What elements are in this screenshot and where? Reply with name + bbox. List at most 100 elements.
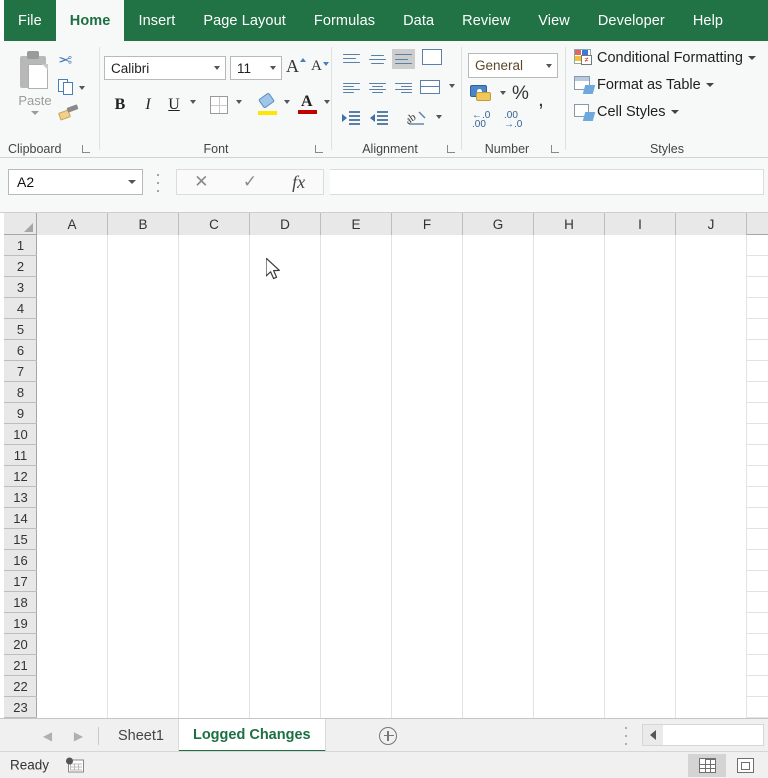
font-size-combobox[interactable]: 11 bbox=[230, 56, 282, 80]
column-header-h[interactable]: H bbox=[534, 213, 605, 235]
cell-D1[interactable] bbox=[250, 235, 321, 256]
cell-I1[interactable] bbox=[605, 235, 676, 256]
cell-D11[interactable] bbox=[250, 445, 321, 466]
cell-C14[interactable] bbox=[179, 508, 250, 529]
cell-C21[interactable] bbox=[179, 655, 250, 676]
font-dialog-launcher[interactable] bbox=[313, 143, 324, 154]
cell-F4[interactable] bbox=[392, 298, 463, 319]
cell-D15[interactable] bbox=[250, 529, 321, 550]
cell-G18[interactable] bbox=[463, 592, 534, 613]
cell-F9[interactable] bbox=[392, 403, 463, 424]
cell-A9[interactable] bbox=[37, 403, 108, 424]
cell-F2[interactable] bbox=[392, 256, 463, 277]
cancel-entry-button[interactable]: ✕ bbox=[177, 172, 226, 192]
cell-G20[interactable] bbox=[463, 634, 534, 655]
cell-A16[interactable] bbox=[37, 550, 108, 571]
cell-F14[interactable] bbox=[392, 508, 463, 529]
ribbon-tab-page-layout[interactable]: Page Layout bbox=[189, 0, 300, 41]
cell-B4[interactable] bbox=[108, 298, 179, 319]
cell-D22[interactable] bbox=[250, 676, 321, 697]
cell-A1[interactable] bbox=[37, 235, 108, 256]
cell-F12[interactable] bbox=[392, 466, 463, 487]
cell-A11[interactable] bbox=[37, 445, 108, 466]
fill-color-dropdown-button[interactable] bbox=[280, 100, 290, 104]
cell-J14[interactable] bbox=[676, 508, 747, 529]
cell-B22[interactable] bbox=[108, 676, 179, 697]
decrease-font-size-button[interactable]: A bbox=[311, 58, 329, 75]
increase-font-size-button[interactable]: A bbox=[286, 56, 306, 77]
cell-E19[interactable] bbox=[321, 613, 392, 634]
cell-D2[interactable] bbox=[250, 256, 321, 277]
cell-G21[interactable] bbox=[463, 655, 534, 676]
cell-D4[interactable] bbox=[250, 298, 321, 319]
chevron-down-icon[interactable] bbox=[705, 82, 714, 87]
cell-C19[interactable] bbox=[179, 613, 250, 634]
cell-J17[interactable] bbox=[676, 571, 747, 592]
orientation-dropdown-button[interactable] bbox=[432, 115, 442, 119]
cell-E5[interactable] bbox=[321, 319, 392, 340]
cell-A17[interactable] bbox=[37, 571, 108, 592]
ribbon-tab-formulas[interactable]: Formulas bbox=[300, 0, 389, 41]
cell-A18[interactable] bbox=[37, 592, 108, 613]
align-right-button[interactable] bbox=[392, 79, 415, 99]
cell-G4[interactable] bbox=[463, 298, 534, 319]
cell-D14[interactable] bbox=[250, 508, 321, 529]
cell-G19[interactable] bbox=[463, 613, 534, 634]
cell-F16[interactable] bbox=[392, 550, 463, 571]
cell-D6[interactable] bbox=[250, 340, 321, 361]
row-header-9[interactable]: 9 bbox=[4, 403, 37, 424]
cell-H11[interactable] bbox=[534, 445, 605, 466]
cell-F10[interactable] bbox=[392, 424, 463, 445]
cell-E23[interactable] bbox=[321, 697, 392, 718]
cell-H8[interactable] bbox=[534, 382, 605, 403]
cell-E18[interactable] bbox=[321, 592, 392, 613]
cell-C22[interactable] bbox=[179, 676, 250, 697]
ribbon-tab-view[interactable]: View bbox=[524, 0, 584, 41]
ribbon-tab-file[interactable]: File bbox=[4, 0, 56, 41]
horizontal-scroll-track[interactable] bbox=[663, 725, 763, 745]
cell-D10[interactable] bbox=[250, 424, 321, 445]
cell-J1[interactable] bbox=[676, 235, 747, 256]
cell-F19[interactable] bbox=[392, 613, 463, 634]
cell-B2[interactable] bbox=[108, 256, 179, 277]
borders-icon[interactable] bbox=[210, 96, 228, 114]
wrap-text-button[interactable] bbox=[422, 49, 442, 65]
row-header-16[interactable]: 16 bbox=[4, 550, 37, 571]
format-painter-button[interactable] bbox=[57, 104, 79, 121]
cell-B8[interactable] bbox=[108, 382, 179, 403]
cell-H23[interactable] bbox=[534, 697, 605, 718]
cell-C23[interactable] bbox=[179, 697, 250, 718]
row-header-17[interactable]: 17 bbox=[4, 571, 37, 592]
ribbon-tab-review[interactable]: Review bbox=[448, 0, 524, 41]
cell-I15[interactable] bbox=[605, 529, 676, 550]
cell-E13[interactable] bbox=[321, 487, 392, 508]
column-header-b[interactable]: B bbox=[108, 213, 179, 235]
cell-G15[interactable] bbox=[463, 529, 534, 550]
column-header-d[interactable]: D bbox=[250, 213, 321, 235]
percent-style-button[interactable]: % bbox=[512, 83, 529, 105]
font-family-combobox[interactable]: Calibri bbox=[104, 56, 226, 80]
cell-C5[interactable] bbox=[179, 319, 250, 340]
cell-I22[interactable] bbox=[605, 676, 676, 697]
cell-A14[interactable] bbox=[37, 508, 108, 529]
cell-D17[interactable] bbox=[250, 571, 321, 592]
cell-I2[interactable] bbox=[605, 256, 676, 277]
cell-E3[interactable] bbox=[321, 277, 392, 298]
cell-D20[interactable] bbox=[250, 634, 321, 655]
cell-E22[interactable] bbox=[321, 676, 392, 697]
cell-A8[interactable] bbox=[37, 382, 108, 403]
cell-G9[interactable] bbox=[463, 403, 534, 424]
cell-C12[interactable] bbox=[179, 466, 250, 487]
cell-F18[interactable] bbox=[392, 592, 463, 613]
cell-E16[interactable] bbox=[321, 550, 392, 571]
cell-C10[interactable] bbox=[179, 424, 250, 445]
clipboard-dialog-launcher[interactable] bbox=[80, 143, 91, 154]
formula-input[interactable] bbox=[330, 169, 764, 195]
cell-J22[interactable] bbox=[676, 676, 747, 697]
cell-C3[interactable] bbox=[179, 277, 250, 298]
row-header-4[interactable]: 4 bbox=[4, 298, 37, 319]
chevron-down-icon[interactable] bbox=[209, 57, 225, 79]
name-box[interactable]: A2 bbox=[8, 169, 143, 195]
row-header-12[interactable]: 12 bbox=[4, 466, 37, 487]
cell-A23[interactable] bbox=[37, 697, 108, 718]
